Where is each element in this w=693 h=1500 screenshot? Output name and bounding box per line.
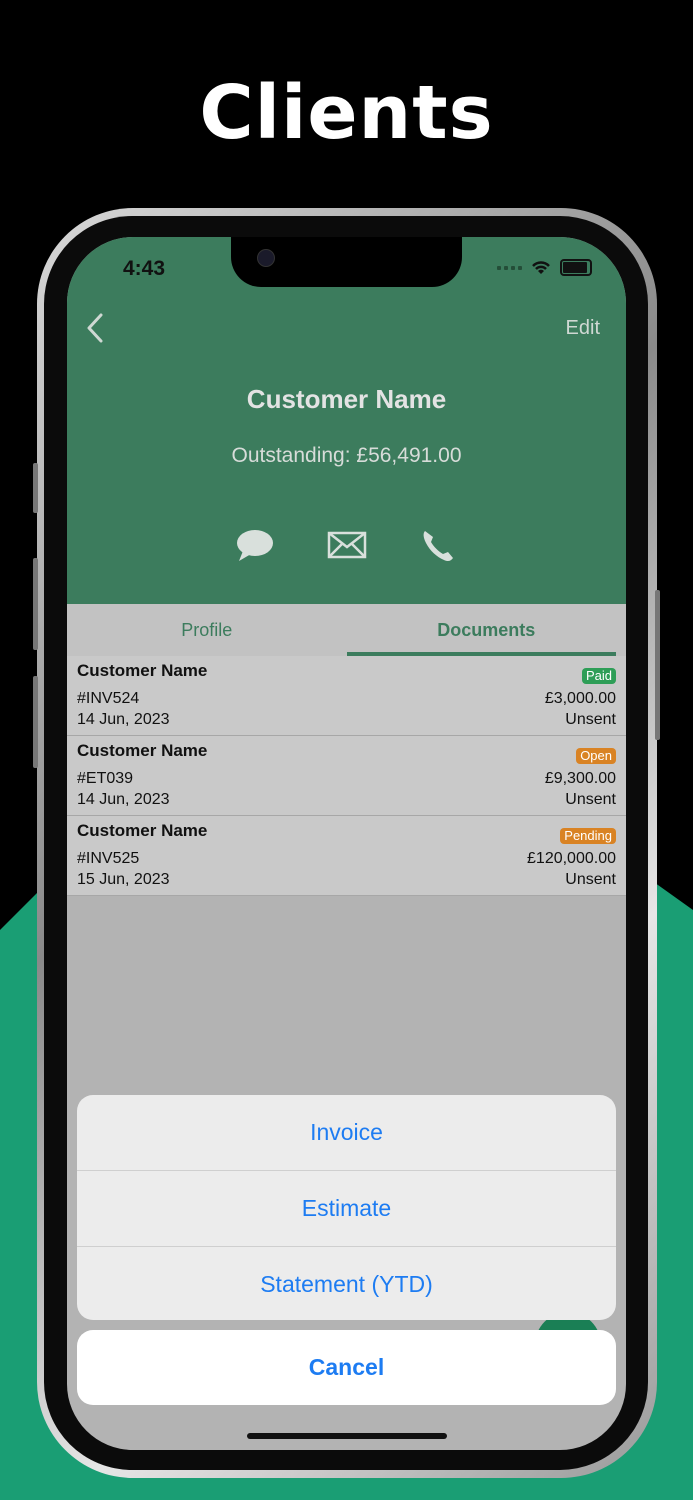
document-customer: Customer Name <box>77 661 208 680</box>
profile-tabs: Profile Documents <box>67 604 626 656</box>
customer-name: Customer Name <box>246 384 447 414</box>
document-date: 15 Jun, 2023 <box>77 871 170 888</box>
document-sent-state: Unsent <box>565 711 616 728</box>
document-customer: Customer Name <box>77 821 208 840</box>
document-row[interactable]: Customer Name #INV525 15 Jun, 2023 Pendi… <box>67 816 626 896</box>
status-time: 4:43 <box>123 257 166 280</box>
action-estimate[interactable]: Estimate <box>77 1171 616 1247</box>
wifi-icon <box>532 260 550 274</box>
document-amount: £9,300.00 <box>544 770 616 787</box>
mail-icon[interactable] <box>325 525 369 565</box>
document-number: #INV525 <box>77 850 140 867</box>
battery-icon <box>560 259 592 276</box>
cancel-button[interactable]: Cancel <box>77 1330 616 1405</box>
phone-icon[interactable] <box>417 525 461 565</box>
back-chevron-icon[interactable] <box>81 311 111 345</box>
action-invoice[interactable]: Invoice <box>77 1095 616 1171</box>
edit-button[interactable]: Edit <box>566 317 600 340</box>
phone-screen: 4:43 Edit Customer Name Outstanding: £56… <box>67 237 626 1450</box>
signal-icon <box>497 265 522 270</box>
document-list: Customer Name #INV524 14 Jun, 2023 Paid … <box>67 656 626 896</box>
document-number: #ET039 <box>77 770 134 787</box>
tab-documents[interactable]: Documents <box>346 604 627 656</box>
status-badge: Paid <box>581 668 616 684</box>
document-sent-state: Unsent <box>565 791 616 808</box>
status-badge: Open <box>576 748 616 764</box>
volume-down-button <box>33 676 38 768</box>
document-date: 14 Jun, 2023 <box>77 711 170 728</box>
document-number: #INV524 <box>77 690 140 707</box>
document-row[interactable]: Customer Name #INV524 14 Jun, 2023 Paid … <box>67 656 626 736</box>
message-icon[interactable] <box>233 525 277 565</box>
action-statement[interactable]: Statement (YTD) <box>77 1247 616 1320</box>
customer-header: 4:43 Edit Customer Name Outstanding: £56… <box>67 237 626 604</box>
tab-profile[interactable]: Profile <box>67 604 347 656</box>
document-date: 14 Jun, 2023 <box>77 791 170 808</box>
outstanding-balance: Outstanding: £56,491.00 <box>231 444 462 467</box>
page-headline: Clients <box>199 70 494 156</box>
document-customer: Customer Name <box>77 741 208 760</box>
status-badge: Pending <box>560 828 616 844</box>
document-row[interactable]: Customer Name #ET039 14 Jun, 2023 Open £… <box>67 736 626 816</box>
camera-icon <box>257 249 275 267</box>
new-document-action-sheet: Invoice Estimate Statement (YTD) <box>77 1095 616 1320</box>
power-button <box>655 590 660 740</box>
status-icons <box>497 259 592 276</box>
home-indicator[interactable] <box>247 1433 447 1439</box>
mute-switch <box>33 463 38 513</box>
document-amount: £120,000.00 <box>527 850 616 867</box>
document-sent-state: Unsent <box>565 871 616 888</box>
document-amount: £3,000.00 <box>544 690 616 707</box>
volume-up-button <box>33 558 38 650</box>
